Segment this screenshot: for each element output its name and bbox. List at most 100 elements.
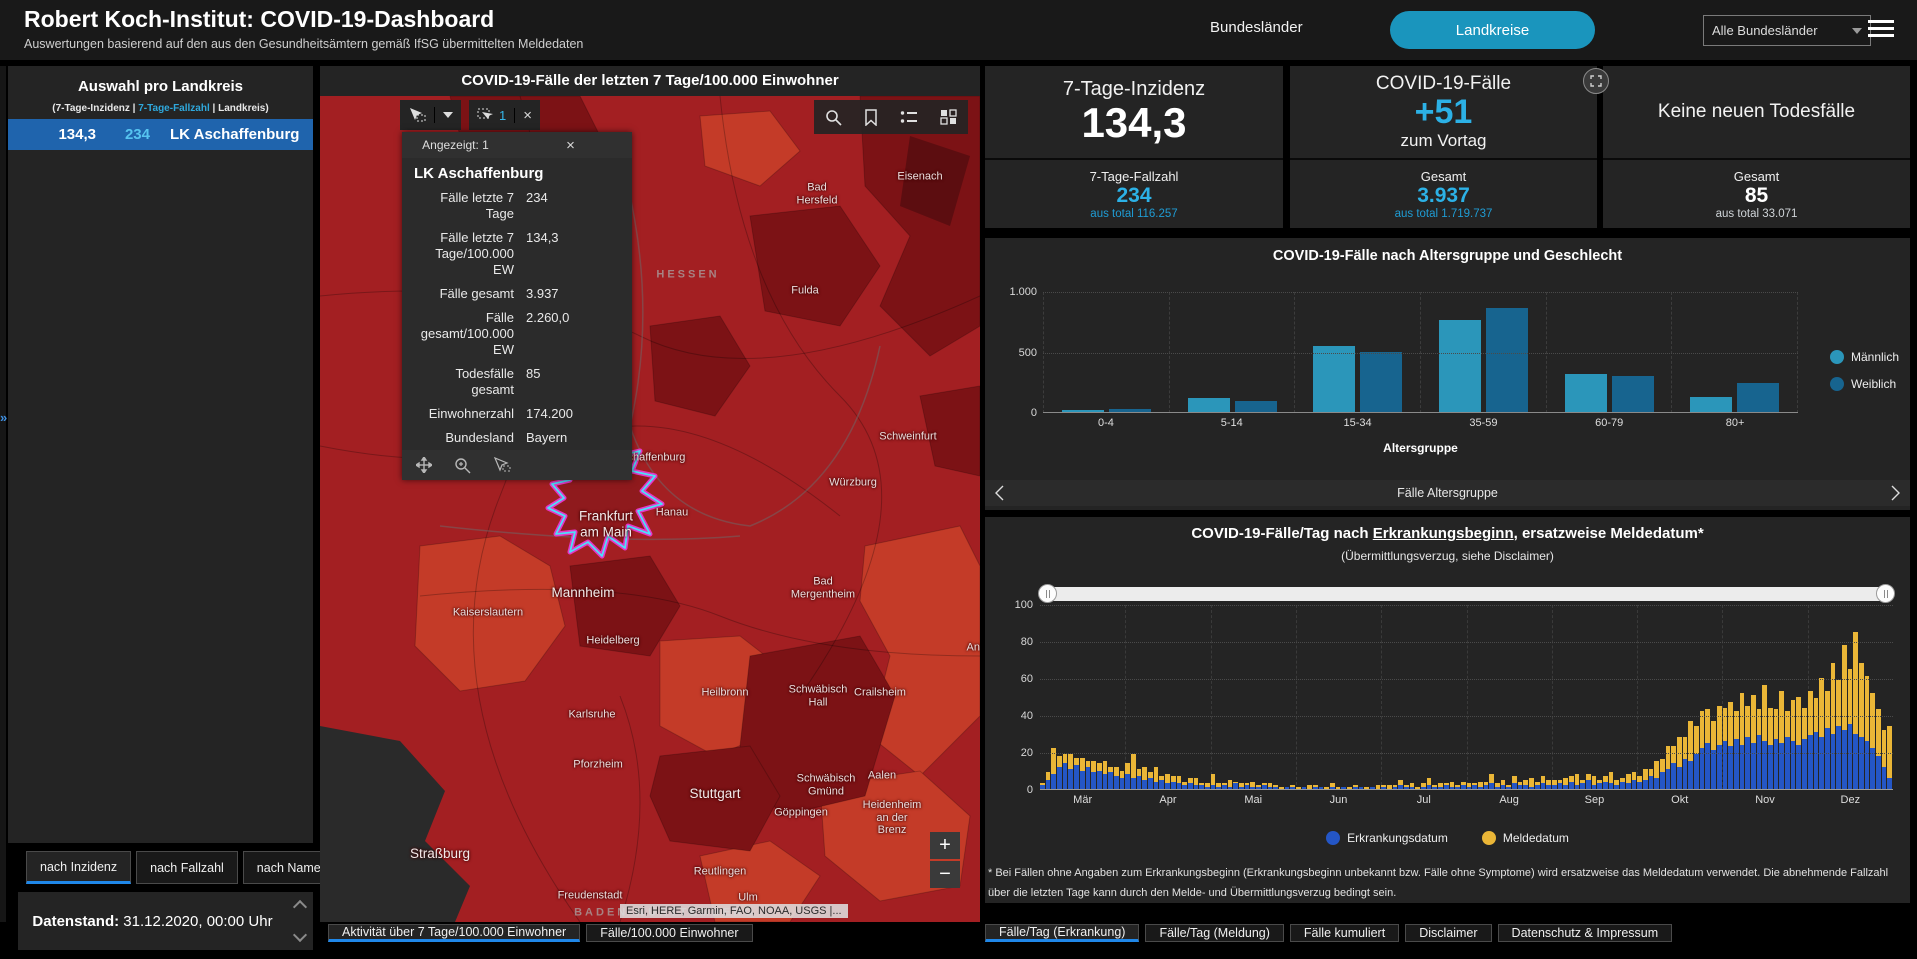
card-title: COVID-19-Fälle (1375, 73, 1512, 95)
ts-bar (1108, 766, 1113, 789)
list-item-selected[interactable]: 134,3 234 LK Aschaffenburg (8, 119, 313, 150)
ts-bar (1631, 772, 1637, 789)
ts-bar (1529, 777, 1534, 789)
expand-card-button[interactable] (1583, 68, 1609, 94)
age-xtick: 5-14 (1220, 417, 1243, 429)
ts-seg-erkrankungsdatum (1864, 740, 1870, 789)
time-chart-title: COVID-19-Fälle/Tag nach Erkrankungsbegin… (1191, 525, 1704, 542)
card-sub-label: Gesamt (1733, 168, 1780, 184)
popup-close-icon[interactable]: × (509, 137, 632, 154)
card-sub-value: 85 (1744, 183, 1769, 207)
time-chart-legend: Erkrankungsdatum Meldedatum (985, 831, 1910, 845)
pan-to-feature-icon[interactable] (416, 457, 432, 473)
scroll-up-icon[interactable] (292, 899, 308, 915)
ts-seg-meldedatum (1062, 753, 1068, 764)
ts-seg-erkrankungsdatum (1091, 772, 1096, 789)
gridline (1040, 605, 1893, 606)
tab-nach-inzidenz[interactable]: nach Inzidenz (26, 851, 132, 884)
chart-tab-f-lle-kumuliert[interactable]: Fälle kumuliert (1289, 924, 1400, 942)
legend-dot (1830, 350, 1844, 364)
popup-title: LK Aschaffenburg (414, 165, 544, 182)
expand-panel-arrow-icon[interactable]: » (0, 410, 7, 425)
ts-seg-meldedatum (1773, 709, 1779, 740)
time-chart-plot (1040, 605, 1893, 790)
ts-bar (1119, 770, 1125, 789)
ts-seg-meldedatum (1642, 768, 1648, 780)
age-bar-m-nnlich (1187, 397, 1230, 413)
legend-list-icon[interactable] (889, 110, 929, 125)
popup-header: Angezeigt: 1 × (402, 132, 632, 158)
ts-seg-erkrankungsdatum (1745, 737, 1750, 789)
tab-nach-fallzahl[interactable]: nach Fallzahl (136, 851, 238, 884)
ts-seg-erkrankungsdatum (1876, 755, 1881, 789)
ts-seg-meldedatum (1079, 757, 1085, 771)
ts-bar (1722, 707, 1728, 789)
ts-seg-meldedatum (1512, 776, 1517, 784)
ts-bar (1591, 776, 1597, 789)
map-tab-f-lle-100-000-einwohner[interactable]: Fälle/100.000 Einwohner (586, 924, 753, 942)
chart-tab-f-lle-tag-erkrankung[interactable]: Fälle/Tag (Erkrankung) (985, 924, 1140, 942)
ts-bar (1637, 776, 1642, 789)
chart-tab-datenschutz-impressum[interactable]: Datenschutz & Impressum (1497, 924, 1673, 942)
ts-seg-erkrankungsdatum (1705, 742, 1711, 789)
scroll-down-icon[interactable] (292, 927, 308, 943)
ts-seg-erkrankungsdatum (1062, 763, 1068, 789)
nav-bundeslaender[interactable]: Bundesländer (1210, 19, 1303, 36)
ts-seg-erkrankungsdatum (1074, 764, 1079, 789)
ts-bar (1187, 777, 1193, 789)
menu-icon[interactable] (1868, 20, 1894, 40)
carousel-prev-icon[interactable] (985, 485, 1013, 501)
slider-handle-right[interactable] (1876, 584, 1895, 603)
ts-seg-meldedatum (1711, 720, 1716, 751)
ts-seg-meldedatum (1153, 766, 1159, 782)
nav-landkreise-button[interactable]: Landkreise (1390, 11, 1595, 49)
ts-bar (1540, 776, 1546, 789)
ts-seg-meldedatum (1227, 779, 1233, 788)
ts-seg-erkrankungsdatum (1677, 766, 1682, 789)
popup-row-value: 234 (526, 190, 548, 205)
selection-count[interactable]: 1 (469, 107, 516, 123)
chart-tab-disclaimer[interactable]: Disclaimer (1405, 924, 1492, 942)
zoom-to-feature-icon[interactable] (454, 457, 471, 474)
ts-seg-erkrankungsdatum (1682, 759, 1688, 789)
ts-seg-meldedatum (1739, 692, 1745, 745)
age-ytick: 500 (1018, 346, 1037, 359)
ts-bar (1091, 761, 1096, 789)
ts-bar (1847, 668, 1853, 789)
ts-bar (1881, 729, 1887, 789)
ts-xtick: Okt (1671, 794, 1689, 806)
zoom-out-button[interactable]: − (930, 861, 960, 888)
time-range-slider[interactable] (1038, 584, 1895, 603)
popup-body: LK Aschaffenburg Fälle letzte 7 Tage 234 F… (402, 158, 632, 450)
map-canvas[interactable]: EisenachBadHersfeldMarburgHESSENFuldaAsc… (320, 96, 980, 922)
bundesland-filter-dropdown[interactable]: Alle Bundesländer (1703, 15, 1871, 46)
ts-seg-meldedatum (1728, 702, 1733, 747)
ts-seg-erkrankungsdatum (1568, 781, 1574, 789)
lasso-select-icon[interactable] (400, 107, 435, 123)
search-icon[interactable] (814, 109, 853, 126)
selection-mode-chevron-icon[interactable] (435, 112, 461, 118)
legend-dot (1830, 377, 1844, 391)
map-toolbar (814, 100, 968, 134)
bookmark-icon[interactable] (853, 108, 889, 126)
map-tab-aktivit-t-ber-7-tage-100-000-einwohner[interactable]: Aktivität über 7 Tage/100.000 Einwohner (328, 924, 581, 942)
ts-bar (1426, 777, 1432, 789)
carousel-next-icon[interactable] (1882, 485, 1910, 501)
slider-handle-left[interactable] (1038, 584, 1057, 603)
ts-seg-erkrankungsdatum (1102, 774, 1108, 789)
lasso-icon[interactable] (493, 457, 511, 473)
ts-seg-erkrankungsdatum (1830, 733, 1836, 789)
zoom-in-button[interactable]: + (930, 832, 960, 859)
ts-seg-erkrankungsdatum (1659, 772, 1665, 789)
basemap-grid-icon[interactable] (929, 109, 968, 125)
ts-seg-meldedatum (1824, 690, 1830, 728)
ts-seg-meldedatum (1654, 761, 1659, 778)
ts-bar (1125, 763, 1130, 789)
ts-seg-meldedatum (1165, 774, 1170, 784)
clear-selection-icon[interactable]: × (515, 107, 540, 124)
chart-tab-f-lle-tag-meldung[interactable]: Fälle/Tag (Meldung) (1145, 924, 1284, 942)
ts-seg-erkrankungsdatum (1773, 739, 1779, 789)
row-cases: 234 (124, 126, 150, 143)
ts-bar (1864, 676, 1870, 789)
legend-label: Weiblich (1851, 377, 1897, 391)
